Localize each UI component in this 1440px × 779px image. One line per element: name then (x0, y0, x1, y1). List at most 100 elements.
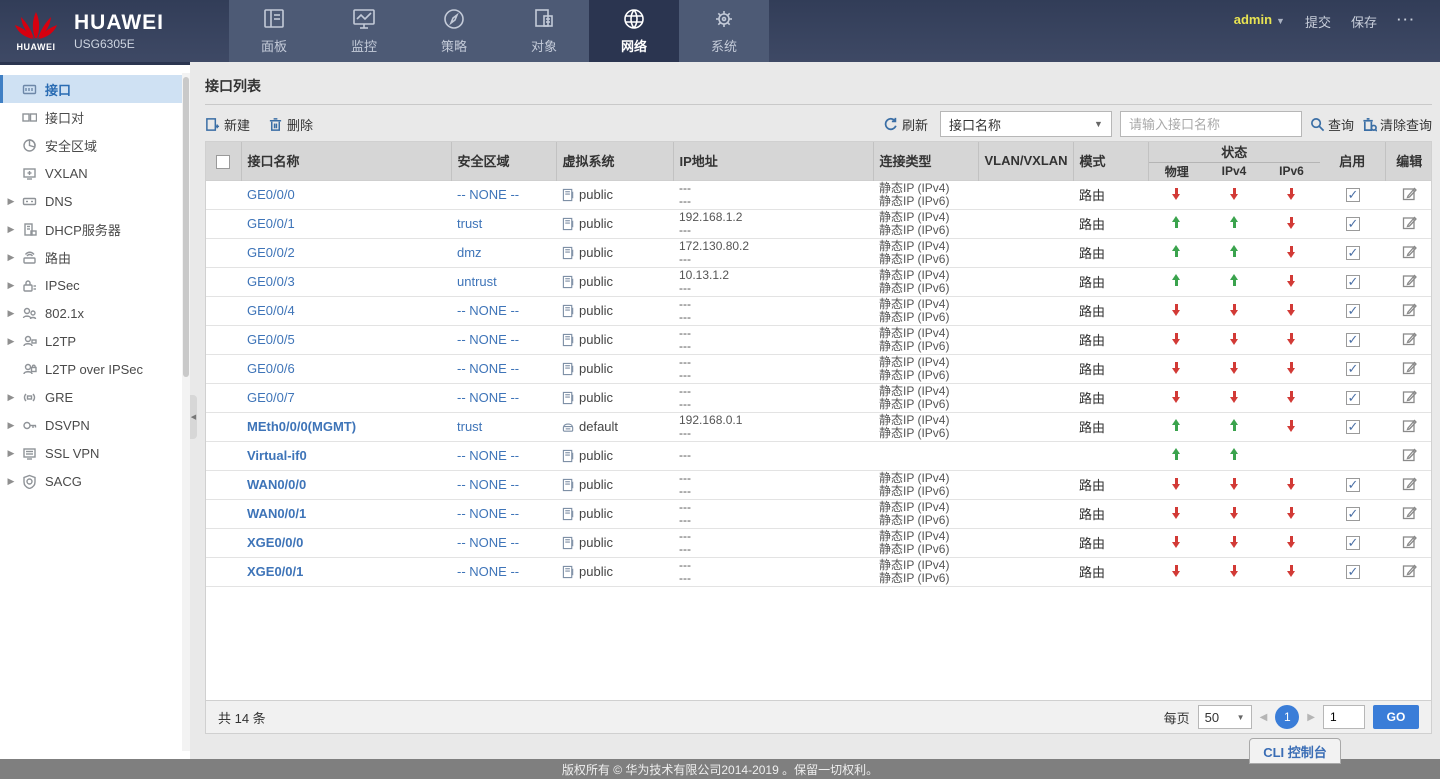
edit-icon[interactable] (1402, 534, 1417, 549)
sidebar-item-dhcp服务器[interactable]: ▶ DHCP服务器 (0, 215, 190, 243)
enable-checkbox[interactable] (1345, 245, 1360, 261)
sidebar-item-接口[interactable]: 接口 (0, 75, 190, 103)
edit-icon[interactable] (1402, 389, 1417, 404)
filter-field-select[interactable]: 接口名称 ▼ (939, 111, 1112, 137)
enable-checkbox[interactable] (1345, 274, 1360, 290)
sidebar-item-sacg[interactable]: ▶ SACG (0, 467, 190, 495)
sidebar-item-dns[interactable]: ▶ DNS (0, 187, 190, 215)
sidebar-item-接口对[interactable]: 接口对 (0, 103, 190, 131)
nav-tab-monitor[interactable]: 监控 (319, 0, 409, 62)
enable-checkbox[interactable] (1345, 187, 1360, 203)
header-mode[interactable]: 模式 (1073, 142, 1149, 180)
enable-checkbox[interactable] (1345, 361, 1360, 377)
sidebar-item-gre[interactable]: ▶ GRE (0, 383, 190, 411)
interface-name-link[interactable]: XGE0/0/0 (247, 535, 303, 550)
interface-name-link[interactable]: GE0/0/0 (247, 187, 295, 202)
header-connection-type[interactable]: 连接类型 (873, 142, 979, 180)
edit-icon[interactable] (1402, 244, 1417, 259)
select-all-checkbox[interactable] (216, 154, 231, 169)
expand-arrow-icon[interactable]: ▶ (0, 476, 22, 487)
edit-icon[interactable] (1402, 215, 1417, 230)
go-button[interactable]: GO (1373, 705, 1419, 729)
interface-name-link[interactable]: GE0/0/4 (247, 303, 295, 318)
enable-checkbox[interactable] (1345, 303, 1360, 319)
header-security-zone[interactable]: 安全区域 (451, 142, 557, 180)
header-virtual-system[interactable]: 虚拟系统 (556, 142, 674, 180)
header-status-physical[interactable]: 物理 (1148, 162, 1205, 180)
interface-name-link[interactable]: GE0/0/1 (247, 216, 295, 231)
sidebar-scrollbar[interactable] (182, 73, 190, 751)
header-ip-address[interactable]: IP地址 (673, 142, 874, 180)
current-page-button[interactable]: 1 (1275, 705, 1300, 729)
edit-icon[interactable] (1402, 360, 1417, 375)
sidebar-scrollbar-thumb[interactable] (183, 77, 189, 377)
sidebar-item-ipsec[interactable]: ▶ IPSec (0, 271, 190, 299)
cli-console-button[interactable]: CLI 控制台 (1249, 738, 1341, 764)
sidebar-item-vxlan[interactable]: VXLAN (0, 159, 190, 187)
nav-tab-network[interactable]: 网络 (589, 0, 679, 62)
prev-page-button[interactable]: ◀ (1260, 712, 1268, 723)
interface-name-link[interactable]: GE0/0/3 (247, 274, 295, 289)
sidebar-item-ssl-vpn[interactable]: ▶ SSL VPN (0, 439, 190, 467)
edit-icon[interactable] (1402, 505, 1417, 520)
security-zone-link[interactable]: -- NONE -- (457, 506, 519, 521)
header-vlan-vxlan[interactable]: VLAN/VXLAN (978, 142, 1074, 180)
delete-button[interactable]: 删除 (268, 115, 313, 134)
user-menu[interactable]: admin ▼ (1234, 12, 1285, 27)
interface-name-link[interactable]: MEth0/0/0(MGMT) (247, 419, 356, 434)
sidebar-item-l2tp-over-ipsec[interactable]: L2TP over IPSec (0, 355, 190, 383)
interface-name-link[interactable]: XGE0/0/1 (247, 564, 303, 579)
enable-checkbox[interactable] (1345, 419, 1360, 435)
submit-button[interactable]: 提交 (1305, 12, 1331, 31)
expand-arrow-icon[interactable]: ▶ (0, 448, 22, 459)
nav-tab-dashboard[interactable]: 面板 (229, 0, 319, 62)
expand-arrow-icon[interactable]: ▶ (0, 392, 22, 403)
expand-arrow-icon[interactable]: ▶ (0, 308, 22, 319)
security-zone-link[interactable]: -- NONE -- (457, 332, 519, 347)
interface-name-link[interactable]: WAN0/0/0 (247, 477, 306, 492)
interface-name-link[interactable]: GE0/0/6 (247, 361, 295, 376)
edit-icon[interactable] (1402, 331, 1417, 346)
expand-arrow-icon[interactable]: ▶ (0, 252, 22, 263)
security-zone-link[interactable]: -- NONE -- (457, 390, 519, 405)
header-enable[interactable]: 启用 (1320, 142, 1386, 180)
nav-tab-object[interactable]: 对象 (499, 0, 589, 62)
edit-icon[interactable] (1402, 563, 1417, 578)
enable-checkbox[interactable] (1345, 477, 1360, 493)
security-zone-link[interactable]: -- NONE -- (457, 535, 519, 550)
sidebar-item-l2tp[interactable]: ▶ L2TP (0, 327, 190, 355)
interface-name-link[interactable]: Virtual-if0 (247, 448, 307, 463)
security-zone-link[interactable]: -- NONE -- (457, 361, 519, 376)
sidebar-item-安全区域[interactable]: 安全区域 (0, 131, 190, 159)
expand-arrow-icon[interactable]: ▶ (0, 280, 22, 291)
expand-arrow-icon[interactable]: ▶ (0, 224, 22, 235)
interface-name-link[interactable]: GE0/0/5 (247, 332, 295, 347)
security-zone-link[interactable]: untrust (457, 274, 497, 289)
save-button[interactable]: 保存 (1351, 12, 1377, 31)
sidebar-collapse-handle[interactable]: ◀ (190, 395, 197, 439)
goto-page-input[interactable] (1323, 705, 1365, 729)
sidebar-item-802.1x[interactable]: ▶ 802.1x (0, 299, 190, 327)
edit-icon[interactable] (1402, 273, 1417, 288)
security-zone-link[interactable]: dmz (457, 245, 482, 260)
per-page-select[interactable]: 50 ▼ (1197, 705, 1252, 729)
edit-icon[interactable] (1402, 186, 1417, 201)
header-interface-name[interactable]: 接口名称 (241, 142, 452, 180)
expand-arrow-icon[interactable]: ▶ (0, 196, 22, 207)
security-zone-link[interactable]: -- NONE -- (457, 303, 519, 318)
header-status-ipv6[interactable]: IPv6 (1263, 162, 1321, 180)
security-zone-link[interactable]: -- NONE -- (457, 448, 519, 463)
sidebar-item-dsvpn[interactable]: ▶ DSVPN (0, 411, 190, 439)
enable-checkbox[interactable] (1345, 564, 1360, 580)
search-input[interactable] (1119, 111, 1302, 137)
sidebar-item-路由[interactable]: ▶ 路由 (0, 243, 190, 271)
expand-arrow-icon[interactable]: ▶ (0, 420, 22, 431)
security-zone-link[interactable]: trust (457, 216, 482, 231)
enable-checkbox[interactable] (1345, 216, 1360, 232)
interface-name-link[interactable]: GE0/0/2 (247, 245, 295, 260)
edit-icon[interactable] (1402, 447, 1417, 462)
interface-name-link[interactable]: WAN0/0/1 (247, 506, 306, 521)
enable-checkbox[interactable] (1345, 535, 1360, 551)
query-button[interactable]: 查询 (1310, 115, 1354, 134)
expand-arrow-icon[interactable]: ▶ (0, 336, 22, 347)
